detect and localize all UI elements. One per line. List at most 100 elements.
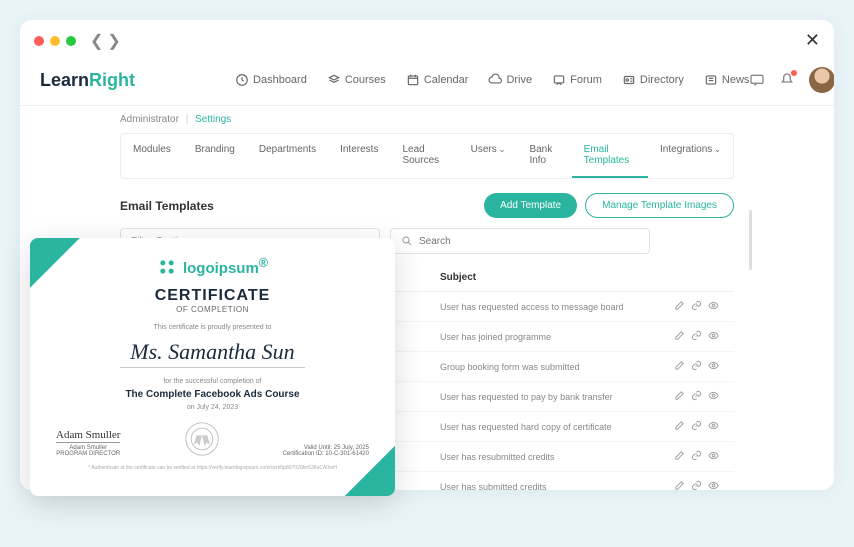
row-actions bbox=[674, 360, 734, 373]
eye-icon[interactable] bbox=[708, 480, 719, 490]
edit-icon[interactable] bbox=[674, 390, 685, 403]
drive-icon bbox=[488, 73, 502, 87]
edit-icon[interactable] bbox=[674, 300, 685, 313]
search-box[interactable] bbox=[390, 228, 650, 254]
cert-id: Certification ID: 10-C-301-61420 bbox=[283, 451, 369, 457]
courses-icon bbox=[327, 73, 341, 87]
breadcrumb-sep: | bbox=[186, 114, 189, 125]
cert-auth-text: * Authenticate at the certificate can be… bbox=[56, 465, 369, 471]
search-icon bbox=[401, 235, 413, 247]
breadcrumb-current: Settings bbox=[195, 114, 231, 125]
minimize-dot[interactable] bbox=[50, 36, 60, 46]
cert-logo-text: logoipsum® bbox=[183, 256, 268, 277]
link-icon[interactable] bbox=[691, 330, 702, 343]
search-input[interactable] bbox=[419, 236, 639, 247]
nav-arrows: ❮ ❯ bbox=[90, 31, 121, 51]
cert-present-text: This certificate is proudly presented to bbox=[56, 324, 369, 331]
cert-signature: Adam Smuller Adam Smuller PROGRAM DIRECT… bbox=[56, 429, 120, 457]
add-template-button[interactable]: Add Template bbox=[484, 193, 577, 218]
row-actions bbox=[674, 420, 734, 433]
tab-integrations[interactable]: Integrations⌄ bbox=[648, 134, 733, 178]
breadcrumb: Administrator | Settings bbox=[20, 106, 834, 133]
section-header: Email Templates Add Template Manage Temp… bbox=[120, 179, 734, 228]
nav-calendar[interactable]: Calendar bbox=[406, 73, 469, 87]
row-subj: User has requested hard copy of certific… bbox=[440, 422, 674, 432]
row-subj: User has requested to pay by bank transf… bbox=[440, 392, 674, 402]
app-logo[interactable]: LearnRight bbox=[40, 70, 135, 91]
eye-icon[interactable] bbox=[708, 420, 719, 433]
calendar-icon bbox=[406, 73, 420, 87]
row-subj: User has requested access to message boa… bbox=[440, 302, 674, 312]
edit-icon[interactable] bbox=[674, 330, 685, 343]
cert-logo: logoipsum® bbox=[56, 256, 369, 277]
cert-subtitle: OF COMPLETION bbox=[56, 305, 369, 314]
link-icon[interactable] bbox=[691, 360, 702, 373]
tab-interests[interactable]: Interests bbox=[328, 134, 390, 178]
eye-icon[interactable] bbox=[708, 390, 719, 403]
section-actions: Add Template Manage Template Images bbox=[484, 193, 734, 218]
cert-for-text: for the successful completion of bbox=[56, 378, 369, 385]
traffic-lights bbox=[34, 36, 76, 46]
row-actions bbox=[674, 480, 734, 490]
tab-email-templates[interactable]: Email Templates bbox=[572, 134, 648, 178]
main-nav: Dashboard Courses Calendar Drive Forum D… bbox=[235, 73, 749, 87]
logo-part1: Learn bbox=[40, 70, 89, 90]
nav-drive[interactable]: Drive bbox=[488, 73, 532, 87]
link-icon[interactable] bbox=[691, 450, 702, 463]
nav-forum[interactable]: Forum bbox=[552, 73, 602, 87]
link-icon[interactable] bbox=[691, 480, 702, 490]
nav-courses[interactable]: Courses bbox=[327, 73, 386, 87]
edit-icon[interactable] bbox=[674, 450, 685, 463]
col-actions bbox=[674, 272, 734, 283]
link-icon[interactable] bbox=[691, 300, 702, 313]
row-actions bbox=[674, 450, 734, 463]
cert-recipient-name: Ms. Samantha Sun bbox=[120, 339, 304, 368]
eye-icon[interactable] bbox=[708, 450, 719, 463]
col-subj: Subject bbox=[440, 272, 674, 283]
cert-course: The Complete Facebook Ads Course bbox=[56, 389, 369, 400]
manage-images-button[interactable]: Manage Template Images bbox=[585, 193, 734, 218]
maximize-dot[interactable] bbox=[66, 36, 76, 46]
link-icon[interactable] bbox=[691, 420, 702, 433]
titlebar: ❮ ❯ ✕ bbox=[20, 20, 834, 61]
eye-icon[interactable] bbox=[708, 360, 719, 373]
tab-departments[interactable]: Departments bbox=[247, 134, 328, 178]
link-icon[interactable] bbox=[691, 390, 702, 403]
scrollbar[interactable] bbox=[749, 210, 752, 270]
cert-validity: Valid Until: 25 July, 2025 Certification… bbox=[283, 445, 369, 457]
nav-dashboard[interactable]: Dashboard bbox=[235, 73, 307, 87]
chevron-down-icon: ⌄ bbox=[714, 145, 721, 154]
cert-title: CERTIFICATE bbox=[56, 287, 369, 305]
bell-icon[interactable] bbox=[779, 72, 795, 88]
notification-dot bbox=[791, 70, 797, 76]
edit-icon[interactable] bbox=[674, 360, 685, 373]
cert-sig-script: Adam Smuller bbox=[56, 429, 120, 443]
tab-branding[interactable]: Branding bbox=[183, 134, 247, 178]
breadcrumb-admin[interactable]: Administrator bbox=[120, 114, 179, 125]
edit-icon[interactable] bbox=[674, 420, 685, 433]
tab-users[interactable]: Users⌄ bbox=[459, 134, 518, 178]
cert-sig-role: PROGRAM DIRECTOR bbox=[56, 451, 120, 457]
row-subj: User has resubmitted credits bbox=[440, 452, 674, 462]
close-dot[interactable] bbox=[34, 36, 44, 46]
forward-icon[interactable]: ❯ bbox=[107, 31, 120, 51]
tab-modules[interactable]: Modules bbox=[121, 134, 183, 178]
back-icon[interactable]: ❮ bbox=[90, 31, 103, 51]
dashboard-icon bbox=[235, 73, 249, 87]
nav-news[interactable]: News bbox=[704, 73, 750, 87]
eye-icon[interactable] bbox=[708, 300, 719, 313]
topbar: LearnRight Dashboard Courses Calendar Dr… bbox=[20, 61, 834, 106]
chat-icon[interactable] bbox=[749, 72, 765, 88]
close-icon[interactable]: ✕ bbox=[805, 30, 820, 51]
cert-logo-icon bbox=[157, 257, 177, 277]
tab-lead-sources[interactable]: Lead Sources bbox=[390, 134, 458, 178]
chevron-down-icon: ⌄ bbox=[499, 145, 506, 154]
nav-directory[interactable]: Directory bbox=[622, 73, 684, 87]
edit-icon[interactable] bbox=[674, 480, 685, 490]
avatar[interactable] bbox=[809, 67, 834, 93]
forum-icon bbox=[552, 73, 566, 87]
tab-bank-info[interactable]: Bank Info bbox=[517, 134, 571, 178]
eye-icon[interactable] bbox=[708, 330, 719, 343]
directory-icon bbox=[622, 73, 636, 87]
row-actions bbox=[674, 300, 734, 313]
